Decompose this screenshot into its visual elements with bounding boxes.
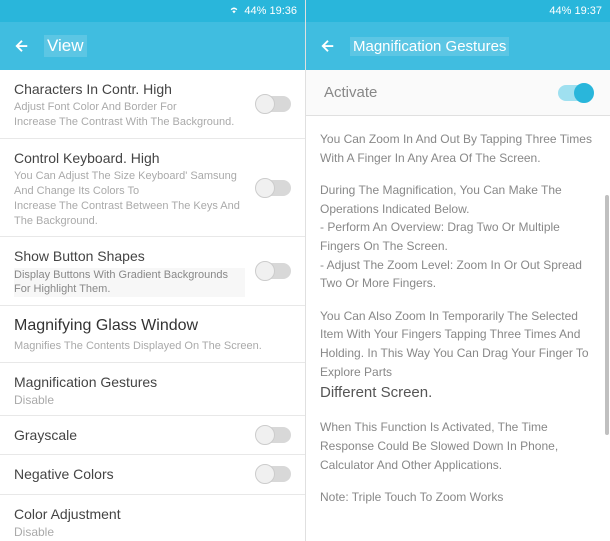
info-paragraph: During The Magnification, You Can Make T…	[320, 181, 596, 293]
status-battery-text: 44% 19:37	[549, 5, 602, 17]
info-paragraph: Note: Triple Touch To Zoom Works	[320, 488, 596, 507]
setting-title: Magnifying Glass Window	[14, 316, 291, 337]
setting-desc: Display Buttons With Gradient Background…	[14, 268, 245, 298]
setting-button-shapes[interactable]: Show Button Shapes Display Buttons With …	[0, 237, 305, 306]
setting-negative-colors[interactable]: Negative Colors	[0, 455, 305, 494]
status-battery-text: 44% 19:36	[244, 5, 297, 17]
toggle-switch[interactable]	[257, 466, 291, 482]
setting-title: Color Adjustment	[14, 505, 291, 523]
toggle-switch[interactable]	[257, 427, 291, 443]
setting-title: Characters In Contr. High	[14, 80, 245, 98]
activate-row[interactable]: Activate	[306, 70, 610, 116]
setting-magnifier-window[interactable]: Magnifying Glass Window Magnifies The Co…	[0, 306, 305, 363]
setting-color-adjustment[interactable]: Color Adjustment Disable	[0, 495, 305, 541]
toggle-switch[interactable]	[257, 96, 291, 112]
setting-magnification-gestures[interactable]: Magnification Gestures Disable	[0, 363, 305, 416]
info-paragraph: When This Function Is Activated, The Tim…	[320, 418, 596, 474]
header-left: View	[0, 22, 305, 70]
info-paragraph: You Can Also Zoom In Temporarily The Sel…	[320, 307, 596, 405]
status-bar-right: 44% 19:37	[306, 0, 610, 22]
setting-grayscale[interactable]: Grayscale	[0, 416, 305, 455]
setting-keyboard-contrast[interactable]: Control Keyboard. High You Can Adjust Th…	[0, 139, 305, 238]
toggle-switch[interactable]	[257, 180, 291, 196]
setting-title: Grayscale	[14, 426, 245, 444]
right-screen: 44% 19:37 Magnification Gestures Activat…	[305, 0, 610, 541]
toggle-switch[interactable]	[257, 263, 291, 279]
activate-toggle[interactable]	[558, 85, 592, 101]
left-screen: 44% 19:36 View Characters In Contr. High…	[0, 0, 305, 541]
detail-content[interactable]: Activate You Can Zoom In And Out By Tapp…	[306, 70, 610, 541]
back-arrow-icon[interactable]	[12, 36, 32, 56]
page-title: View	[44, 35, 87, 57]
setting-desc: You Can Adjust The Size Keyboard' Samsun…	[14, 169, 245, 199]
setting-desc: Magnifies The Contents Displayed On The …	[14, 339, 291, 354]
setting-title: Negative Colors	[14, 465, 245, 483]
info-text: You Can Zoom In And Out By Tapping Three…	[306, 116, 610, 535]
setting-desc: Adjust Font Color And Border For	[14, 100, 245, 115]
setting-desc: Increase The Contrast Between The Keys A…	[14, 199, 245, 229]
setting-title: Show Button Shapes	[14, 247, 245, 265]
setting-contrast-chars[interactable]: Characters In Contr. High Adjust Font Co…	[0, 70, 305, 139]
scrollbar[interactable]	[605, 195, 609, 435]
activate-label: Activate	[324, 84, 377, 101]
header-right: Magnification Gestures	[306, 22, 610, 70]
setting-status: Disable	[14, 393, 291, 407]
setting-title: Magnification Gestures	[14, 373, 291, 391]
settings-list[interactable]: Characters In Contr. High Adjust Font Co…	[0, 70, 305, 541]
setting-desc: Increase The Contrast With The Backgroun…	[14, 115, 245, 130]
setting-title: Control Keyboard. High	[14, 149, 245, 167]
info-paragraph: You Can Zoom In And Out By Tapping Three…	[320, 130, 596, 167]
page-title: Magnification Gestures	[350, 37, 509, 56]
wifi-icon	[228, 5, 240, 18]
status-bar-left: 44% 19:36	[0, 0, 305, 22]
setting-status: Disable	[14, 525, 291, 539]
back-arrow-icon[interactable]	[318, 36, 338, 56]
